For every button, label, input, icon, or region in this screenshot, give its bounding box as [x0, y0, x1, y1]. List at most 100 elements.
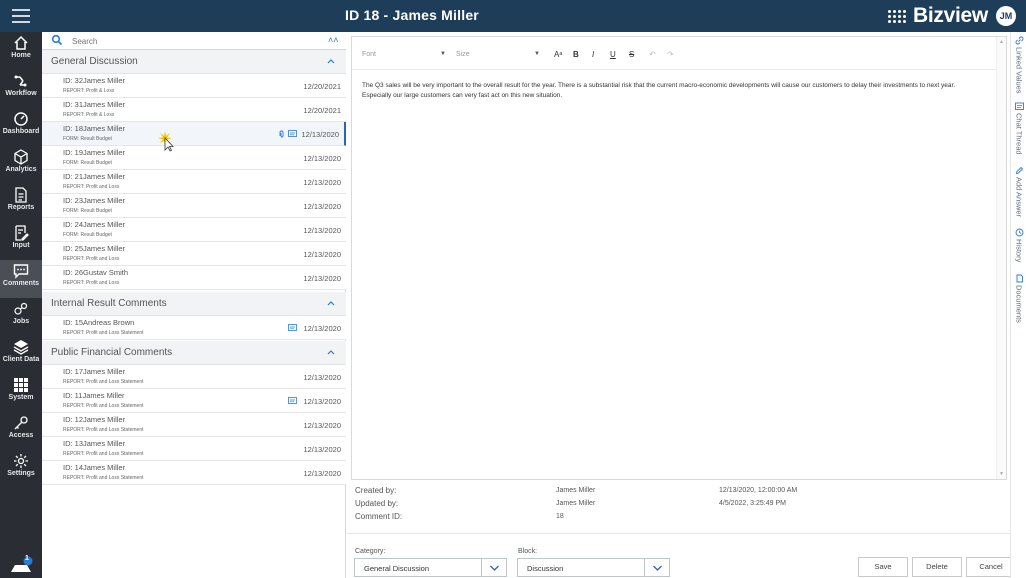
tab-add-answer[interactable]: Add Answer: [1013, 166, 1025, 217]
category-select[interactable]: General Discussion: [354, 558, 507, 577]
editor-scrollbar[interactable]: ▲ ▼: [996, 37, 1006, 479]
chevron-up-icon[interactable]: [326, 347, 336, 357]
group-header-general-discussion[interactable]: General Discussion: [42, 50, 346, 74]
collapse-all-icon[interactable]: ˄˄: [328, 35, 339, 45]
list-item[interactable]: ID: 32James Miller REPORT: Profit & Loss…: [42, 74, 346, 98]
list-item[interactable]: ID: 15Andreas Brown REPORT: Profit and L…: [42, 316, 346, 340]
row-icons: [288, 324, 297, 332]
search-bar: ˄˄: [42, 32, 346, 50]
hamburger-menu-icon[interactable]: [12, 9, 30, 23]
nav-item-input[interactable]: Input: [0, 222, 42, 260]
font-select[interactable]: Font: [362, 51, 376, 58]
save-button[interactable]: Save: [858, 557, 908, 577]
chevron-up-icon[interactable]: [326, 56, 336, 66]
created-by-label: Created by:: [355, 486, 397, 495]
delete-button[interactable]: Delete: [912, 557, 962, 577]
list-item[interactable]: ID: 14James Miller REPORT: Profit and Lo…: [42, 461, 346, 485]
redo-button[interactable]: ↷: [667, 50, 674, 59]
list-item[interactable]: ID: 13James Miller REPORT: Profit and Lo…: [42, 437, 346, 461]
brand-logo: Bizview: [888, 4, 988, 28]
analytics-icon: [14, 149, 28, 165]
chat-thread-icon: [288, 130, 297, 137]
font-size-button[interactable]: Aᵃ: [554, 50, 562, 59]
list-item[interactable]: ID: 21James Miller REPORT: Profit and Lo…: [42, 170, 346, 194]
block-label: Block:: [518, 548, 538, 555]
tab-chat-thread[interactable]: Chat Thread: [1013, 102, 1025, 155]
nav-label: Comments: [2, 280, 40, 287]
caret-down-icon[interactable]: ▼: [534, 51, 540, 57]
undo-button[interactable]: ↶: [649, 50, 656, 59]
bold-button[interactable]: B: [573, 50, 579, 59]
list-item[interactable]: ID: 23James Miller FORM: Result Budget 1…: [42, 194, 346, 218]
category-dropdown-button[interactable]: [481, 559, 506, 576]
cancel-button[interactable]: Cancel: [966, 557, 1016, 577]
nav-item-settings[interactable]: Settings: [0, 450, 42, 488]
nav-item-system[interactable]: System: [0, 374, 42, 412]
caret-down-icon[interactable]: ▼: [440, 51, 446, 57]
list-item[interactable]: ID: 31James Miller REPORT: Profit & Loss…: [42, 98, 346, 122]
list-item[interactable]: ID: 17James Miller REPORT: Profit and Lo…: [42, 365, 346, 389]
row-title: ID: 19James Miller: [63, 148, 126, 157]
divider: [347, 533, 1026, 534]
row-subtitle: REPORT: Profit and Loss Statement: [63, 403, 144, 409]
italic-button[interactable]: I: [592, 50, 594, 59]
list-item[interactable]: ID: 11James Miller REPORT: Profit and Lo…: [42, 389, 346, 413]
nav-item-home[interactable]: Home: [0, 32, 42, 70]
nav-label: Workflow: [5, 90, 37, 97]
tab-label: Chat Thread: [1014, 113, 1024, 155]
row-title: ID: 23James Miller: [63, 196, 126, 205]
chevron-up-icon[interactable]: [326, 298, 336, 308]
group-title: Internal Result Comments: [51, 298, 167, 309]
comment-id-value: 18: [556, 513, 564, 520]
group-header-internal-result-comments[interactable]: Internal Result Comments: [42, 292, 346, 316]
group-title: General Discussion: [51, 56, 138, 67]
row-title: ID: 21James Miller: [63, 172, 126, 181]
tab-history[interactable]: History: [1013, 228, 1025, 262]
row-date: 12/20/2021: [303, 106, 341, 115]
list-item[interactable]: ID: 24James Miller FORM: Result Budget 1…: [42, 218, 346, 242]
tab-documents[interactable]: Documents: [1013, 274, 1025, 323]
list-item[interactable]: ID: 12James Miller REPORT: Profit and Lo…: [42, 413, 346, 437]
side-tabs: Linked Values Chat Thread Add Answer His…: [1010, 32, 1026, 578]
nav-item-dashboard[interactable]: Dashboard: [0, 108, 42, 146]
attachment-icon: [279, 130, 284, 138]
nav-item-workflow[interactable]: Workflow: [0, 70, 42, 108]
row-date: 12/13/2020: [303, 226, 341, 235]
link-icon: [1015, 36, 1023, 45]
block-select[interactable]: Discussion: [517, 558, 670, 577]
group-header-public-financial-comments[interactable]: Public Financial Comments: [42, 341, 346, 365]
size-select[interactable]: Size: [456, 51, 470, 58]
row-date: 12/13/2020: [303, 324, 341, 333]
brand-name: Bizview: [913, 4, 988, 27]
tab-linked-values[interactable]: Linked Values: [1013, 36, 1025, 94]
row-subtitle: REPORT: Profit and Loss Statement: [63, 427, 144, 433]
nav-item-client-data[interactable]: Client Data: [0, 336, 42, 374]
row-date: 12/13/2020: [303, 274, 341, 283]
search-input[interactable]: [72, 34, 312, 48]
underline-button[interactable]: U: [610, 50, 616, 59]
notification-count: 1: [25, 555, 29, 562]
notifications-button[interactable]: 1: [8, 555, 34, 576]
tab-label: History: [1014, 239, 1024, 263]
nav-item-reports[interactable]: Reports: [0, 184, 42, 222]
strikethrough-button[interactable]: S: [629, 50, 634, 59]
list-item[interactable]: ID: 19James Miller FORM: Result Budget 1…: [42, 146, 346, 170]
block-dropdown-button[interactable]: [644, 559, 669, 576]
nav-item-access[interactable]: Access: [0, 412, 42, 450]
user-avatar[interactable]: JM: [996, 6, 1016, 26]
nav-label: Input: [12, 242, 30, 249]
settings-icon: [14, 454, 28, 468]
chevron-down-icon: [490, 565, 499, 571]
created-by-value: James Miller: [556, 487, 596, 494]
nav-item-comments[interactable]: Comments: [0, 260, 42, 298]
editor-body[interactable]: The Q3 sales will be very important to t…: [362, 81, 982, 100]
list-item-selected[interactable]: ID: 18James Miller FORM: Result Budget 1…: [42, 122, 346, 146]
scroll-up-icon[interactable]: ▲: [999, 39, 1004, 45]
scroll-down-icon[interactable]: ▼: [999, 471, 1004, 477]
nav-item-analytics[interactable]: Analytics: [0, 146, 42, 184]
dashboard-icon: [14, 112, 28, 126]
nav-item-jobs[interactable]: Jobs: [0, 298, 42, 336]
list-item[interactable]: ID: 25James Miller REPORT: Profit and Lo…: [42, 242, 346, 266]
history-icon: [1015, 228, 1023, 237]
list-item[interactable]: ID: 26Gustav Smith REPORT: Profit and Lo…: [42, 266, 346, 290]
